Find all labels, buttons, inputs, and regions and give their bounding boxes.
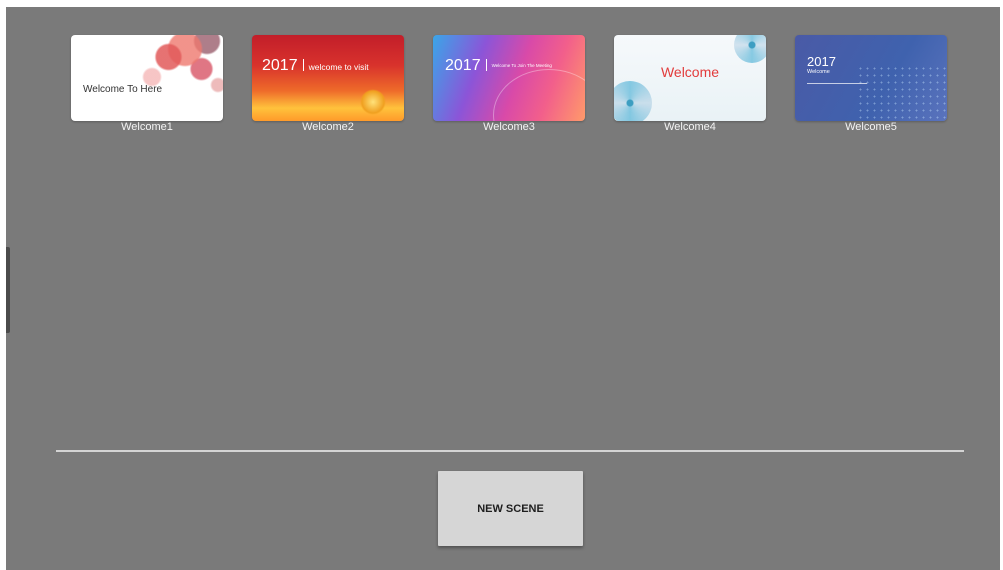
scene-tile-welcome5[interactable]: 2017 Welcome Welcome5 bbox=[795, 35, 947, 134]
scene-thumbnail[interactable]: 2017 welcome to visit bbox=[252, 35, 404, 121]
thumbnail-year: 2017 bbox=[445, 57, 481, 74]
scene-label: Welcome4 bbox=[664, 121, 716, 133]
underline-graphic bbox=[807, 83, 867, 84]
flower-graphic bbox=[734, 35, 766, 63]
thumbnail-text: welcome to visit bbox=[308, 62, 369, 72]
thumbnail-text: Welcome bbox=[807, 69, 830, 75]
section-divider bbox=[56, 450, 964, 452]
scene-label: Welcome5 bbox=[845, 121, 897, 133]
thumbnail-year: 2017 bbox=[262, 57, 298, 74]
side-drawer-handle[interactable] bbox=[6, 247, 10, 333]
scene-tile-welcome4[interactable]: Welcome Welcome4 bbox=[614, 35, 766, 134]
flower-graphic bbox=[614, 81, 652, 121]
arc-graphic bbox=[493, 69, 585, 121]
scene-thumbnail[interactable]: 2017 Welcome To Join The Meeting bbox=[433, 35, 585, 121]
thumbnail-year: 2017 bbox=[807, 54, 836, 69]
scene-label: Welcome2 bbox=[302, 121, 354, 133]
thumbnail-text: Welcome To Join The Meeting bbox=[491, 63, 552, 68]
sun-glow-graphic bbox=[360, 89, 386, 115]
divider-bar bbox=[485, 59, 487, 71]
scene-manager-screen: Welcome To Here Welcome1 2017 welcome to … bbox=[6, 7, 1000, 570]
scene-label: Welcome3 bbox=[483, 121, 535, 133]
new-scene-button[interactable]: NEW SCENE bbox=[438, 471, 583, 546]
thumbnail-caption: 2017 Welcome bbox=[807, 55, 836, 76]
thumbnail-text: Welcome bbox=[660, 64, 720, 80]
particle-dots-graphic bbox=[857, 65, 947, 121]
thumbnail-text: Welcome To Here bbox=[83, 84, 163, 95]
scene-thumbnail[interactable]: Welcome bbox=[614, 35, 766, 121]
scene-label: Welcome1 bbox=[121, 121, 173, 133]
scene-tile-welcome1[interactable]: Welcome To Here Welcome1 bbox=[71, 35, 223, 134]
divider-bar bbox=[302, 59, 304, 71]
scene-thumbnail[interactable]: 2017 Welcome bbox=[795, 35, 947, 121]
scene-thumbnail[interactable]: Welcome To Here bbox=[71, 35, 223, 121]
thumbnail-caption: 2017 welcome to visit bbox=[262, 57, 369, 75]
scene-template-grid: Welcome To Here Welcome1 2017 welcome to … bbox=[6, 7, 1000, 147]
scene-tile-welcome2[interactable]: 2017 welcome to visit Welcome2 bbox=[252, 35, 404, 134]
scene-tile-welcome3[interactable]: 2017 Welcome To Join The Meeting Welcome3 bbox=[433, 35, 585, 134]
thumbnail-caption: 2017 Welcome To Join The Meeting bbox=[445, 57, 552, 75]
